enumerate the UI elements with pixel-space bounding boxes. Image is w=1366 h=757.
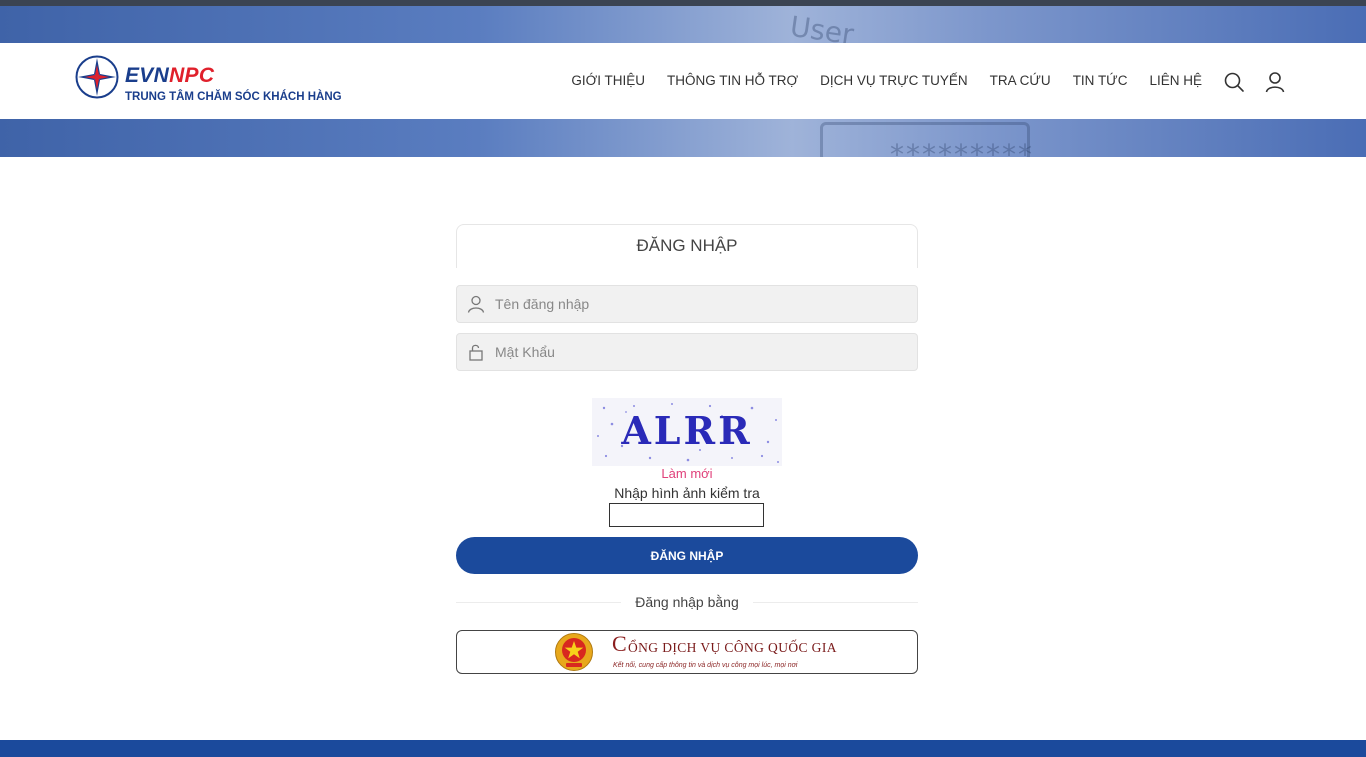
national-portal-login-button[interactable]: C ỔNG DỊCH VỤ CÔNG QUỐC GIA Kết nối, cung… [456, 630, 918, 674]
banner-decoration-stars: ********* [890, 138, 1034, 157]
brand-tagline: TRUNG TÂM CHĂM SÓC KHÁCH HÀNG [125, 91, 342, 103]
nav-item-lien-he[interactable]: LIÊN HỆ [1149, 73, 1202, 88]
password-input[interactable] [495, 334, 905, 370]
brand-name: EVNNPC [125, 64, 342, 88]
password-field[interactable] [456, 333, 918, 371]
captcha-image: ALRR [592, 398, 782, 466]
alt-login-divider: Đăng nhập bằng [456, 592, 918, 612]
login-title: ĐĂNG NHẬP [636, 236, 738, 255]
search-icon[interactable] [1223, 71, 1245, 93]
lock-icon [469, 344, 483, 361]
compass-logo-icon [75, 55, 119, 99]
national-portal-title: C ỔNG DỊCH VỤ CÔNG QUỐC GIA [612, 631, 837, 656]
brand-name-evn: EVN [125, 64, 170, 87]
captcha-input[interactable] [609, 503, 764, 527]
national-portal-title-rest: ỔNG DỊCH VỤ CÔNG QUỐC GIA [628, 640, 837, 655]
navbar: EVNNPC TRUNG TÂM CHĂM SÓC KHÁCH HÀNG GIỚ… [0, 43, 1366, 119]
captcha-refresh-link[interactable]: Làm mới [456, 466, 918, 481]
brand-logo[interactable]: EVNNPC TRUNG TÂM CHĂM SÓC KHÁCH HÀNG [75, 55, 342, 103]
user-icon[interactable] [1264, 71, 1286, 93]
national-portal-subtitle: Kết nối, cung cấp thông tin và dịch vụ c… [613, 662, 798, 669]
nav-item-dich-vu-truc-tuyen[interactable]: DỊCH VỤ TRỰC TUYẾN [820, 73, 968, 88]
divider-line-right [753, 602, 918, 603]
username-input[interactable] [495, 286, 905, 322]
login-header: ĐĂNG NHẬP [456, 224, 918, 268]
footer-bar [0, 740, 1366, 757]
nav-item-tra-cuu[interactable]: TRA CỨU [990, 73, 1051, 88]
login-button[interactable]: ĐĂNG NHẬP [456, 537, 918, 574]
nav-item-tin-tuc[interactable]: TIN TỨC [1073, 73, 1128, 88]
national-emblem-icon [555, 633, 593, 671]
username-field[interactable] [456, 285, 918, 323]
captcha-label: Nhập hình ảnh kiểm tra [614, 485, 760, 501]
nav-item-gioi-thieu[interactable]: GIỚI THIỆU [571, 73, 645, 88]
nav-item-thong-tin-ho-tro[interactable]: THÔNG TIN HỖ TRỢ [667, 73, 798, 88]
top-strip [0, 0, 1366, 6]
main-menu: GIỚI THIỆU THÔNG TIN HỖ TRỢ DỊCH VỤ TRỰC… [549, 73, 1202, 88]
user-icon [467, 295, 485, 313]
national-portal-title-initial: C [612, 631, 628, 656]
captcha-text: ALRR [620, 408, 752, 453]
brand-name-npc: NPC [169, 64, 215, 87]
login-card: ĐĂNG NHẬP ALRR Làm mới Nhập hình ảnh kiể… [456, 224, 918, 674]
